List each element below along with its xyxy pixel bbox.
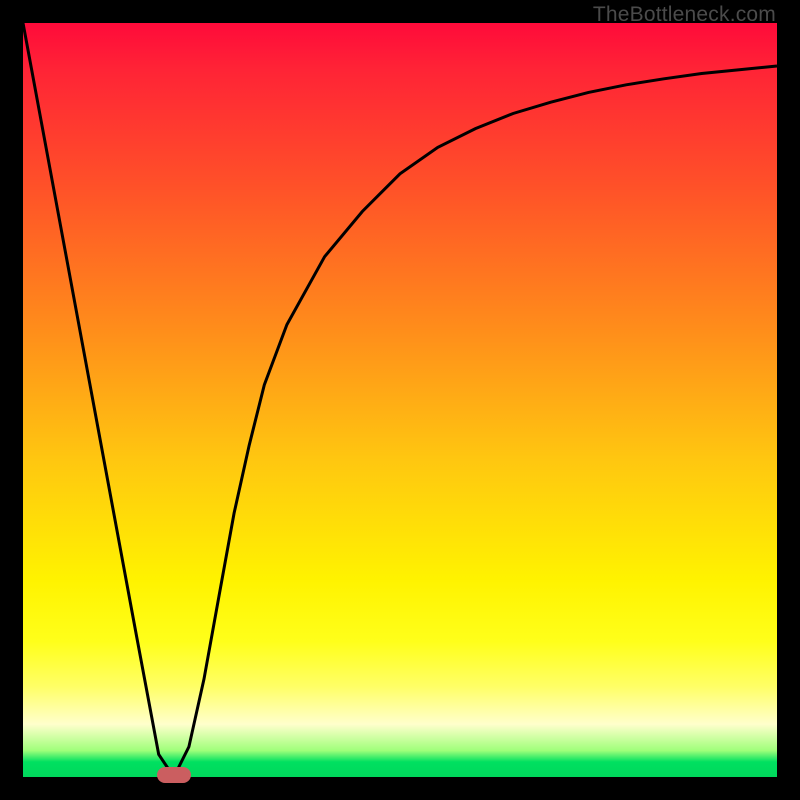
optimal-marker [157, 767, 191, 783]
bottleneck-curve [23, 23, 777, 777]
chart-frame: TheBottleneck.com [0, 0, 800, 800]
watermark-text: TheBottleneck.com [593, 3, 776, 27]
curve-path [23, 23, 777, 777]
plot-area [23, 23, 777, 777]
